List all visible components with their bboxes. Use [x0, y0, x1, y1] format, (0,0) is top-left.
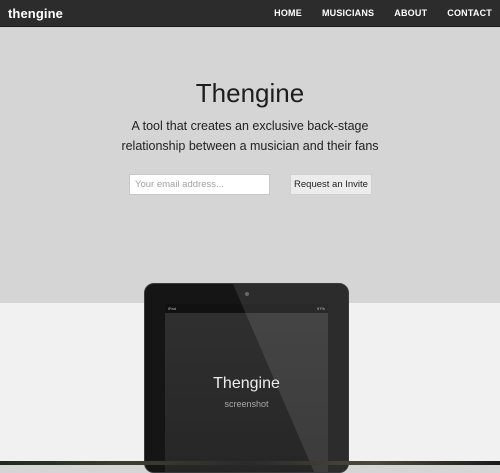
- nav-link-about[interactable]: ABOUT: [394, 0, 427, 27]
- bottom-strip: [0, 461, 500, 465]
- main-nav: HOME MUSICIANS ABOUT CONTACT: [274, 0, 500, 27]
- tablet-device: iPad 97% Thengine screenshot: [144, 283, 349, 473]
- hero-subtitle-line-1: A tool that creates an exclusive back-st…: [131, 119, 369, 133]
- hero-subtitle-line-2: relationship between a musician and thei…: [121, 139, 379, 153]
- nav-link-musicians[interactable]: MUSICIANS: [322, 0, 374, 27]
- request-invite-button[interactable]: Request an Invite: [290, 174, 372, 195]
- screen-glare: [233, 284, 348, 472]
- hero-subtitle: A tool that creates an exclusive back-st…: [0, 116, 500, 156]
- hero-title: Thengine: [195, 78, 305, 108]
- brand-logo[interactable]: thengine: [8, 6, 63, 21]
- nav-link-contact[interactable]: CONTACT: [447, 0, 492, 27]
- hero-section: Thengine A tool that creates an exclusiv…: [0, 27, 500, 303]
- nav-link-home[interactable]: HOME: [274, 0, 302, 27]
- top-navbar: thengine HOME MUSICIANS ABOUT CONTACT: [0, 0, 500, 27]
- email-input[interactable]: [129, 174, 270, 195]
